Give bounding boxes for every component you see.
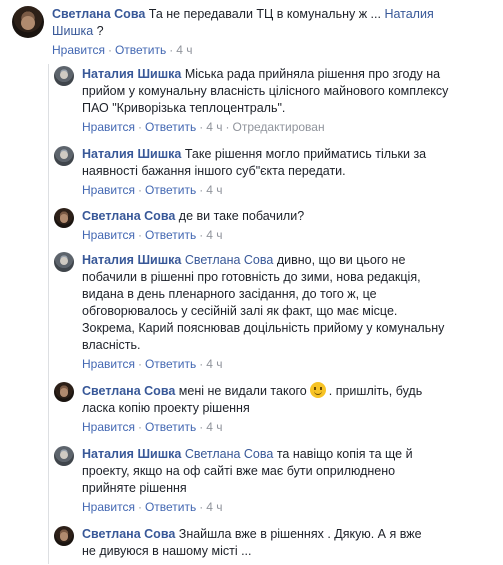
comment: Наталия Шишка Светлана Сова дивно, що ви… xyxy=(54,252,503,372)
comment: Светлана Сова Та не передавали ТЦ в кому… xyxy=(12,6,492,58)
comment: Наталия Шишка Міська рада прийняла рішен… xyxy=(54,66,503,135)
comment-text: Светлана Сова мені не видали такого . при… xyxy=(82,382,503,417)
avatar[interactable] xyxy=(54,146,74,166)
comment-text: Наталия Шишка Таке рішення могло приймат… xyxy=(82,146,503,180)
mention-link[interactable]: Шишка xyxy=(52,24,93,38)
comment-body: де ви таке побачили? xyxy=(178,209,305,223)
like-button[interactable]: Нравится xyxy=(82,228,135,242)
comment-actions: Нравится · Ответить · 4 ч xyxy=(82,228,223,242)
comment-body: мені не видали такого xyxy=(178,384,307,398)
comment-body: ПАО "Криворізька теплоцентраль". xyxy=(82,101,286,115)
comment-actions: Нравится · Ответить · 4 ч xyxy=(82,357,223,371)
comment-body: . пришліть, будь xyxy=(328,384,423,398)
comment-body: Таке рішення могло прийматись тільки за xyxy=(184,147,427,161)
comment-text: Светлана Сова Та не передавали ТЦ в кому… xyxy=(52,6,492,40)
comment-author[interactable]: Светлана Сова xyxy=(82,384,175,398)
comment-body: власність. xyxy=(82,338,141,352)
comment-text: Наталия Шишка Светлана Сова дивно, що ви… xyxy=(82,252,503,354)
comment-actions: Нравится · Ответить · 4 ч xyxy=(82,500,223,514)
comment-author[interactable]: Светлана Сова xyxy=(82,209,175,223)
thread-line xyxy=(48,64,49,564)
like-button[interactable]: Нравится xyxy=(82,500,135,514)
comment-body: проекту, якщо на оф сайті вже має бути о… xyxy=(82,464,396,478)
avatar[interactable] xyxy=(54,208,74,228)
avatar[interactable] xyxy=(54,382,74,402)
comment-author[interactable]: Светлана Сова xyxy=(52,7,145,21)
timestamp[interactable]: 4 ч xyxy=(176,43,192,57)
comment-body: не дивуюся в нашому місті ... xyxy=(82,544,252,558)
timestamp[interactable]: 4 ч xyxy=(206,120,222,134)
comment-body: Зокрема, Карий пояснював доцільність при… xyxy=(82,321,445,335)
comment: Светлана Сова мені не видали такого . при… xyxy=(54,382,503,435)
comment-body: видана в день пленарного засідання, до т… xyxy=(82,287,377,301)
comment-body: обговорювалось у сесійній залі як факт, … xyxy=(82,304,398,318)
comment-text: Наталия Шишка Светлана Сова та навіщо ко… xyxy=(82,446,503,497)
reply-button[interactable]: Ответить xyxy=(145,228,196,242)
comment-author[interactable]: Наталия Шишка xyxy=(82,147,181,161)
comment-body: ? xyxy=(93,24,104,38)
comment: Светлана Сова де ви таке побачили? Нрави… xyxy=(54,208,503,243)
comment-text: Светлана Сова Знайшла вже в рішеннях . Д… xyxy=(82,526,503,560)
mention-link[interactable]: Светлана Сова xyxy=(185,447,274,461)
comment-body: ласка копію проекту рішення xyxy=(82,401,250,415)
like-button[interactable]: Нравится xyxy=(82,357,135,371)
mention-link[interactable]: Светлана Сова xyxy=(185,253,274,267)
comment-author[interactable]: Наталия Шишка xyxy=(82,253,181,267)
reply-button[interactable]: Ответить xyxy=(145,183,196,197)
like-button[interactable]: Нравится xyxy=(52,43,105,57)
avatar[interactable] xyxy=(54,252,74,272)
timestamp[interactable]: 4 ч xyxy=(206,500,222,514)
comment-body: прийняте рішення xyxy=(82,481,187,495)
mention-link[interactable]: Наталия xyxy=(384,7,433,21)
comment-author[interactable]: Наталия Шишка xyxy=(82,447,181,461)
comment: Светлана Сова Знайшла вже в рішеннях . Д… xyxy=(54,526,503,560)
like-button[interactable]: Нравится xyxy=(82,420,135,434)
comment-text: Наталия Шишка Міська рада прийняла рішен… xyxy=(82,66,503,117)
avatar[interactable] xyxy=(54,526,74,546)
comment-body: Знайшла вже в рішеннях . Дякую. А я вже xyxy=(178,527,422,541)
comment-body: Та не передавали ТЦ в комунальну ж ... xyxy=(148,7,385,21)
reply-button[interactable]: Ответить xyxy=(145,357,196,371)
timestamp[interactable]: 4 ч xyxy=(206,228,222,242)
comment-body: Міська рада прийняла рішення про згоду н… xyxy=(184,67,441,81)
smile-emoji-icon xyxy=(309,382,326,398)
comment-actions: Нравится · Ответить · 4 ч xyxy=(82,420,223,434)
comment-actions: Нравится · Ответить · 4 ч · Отредактирован xyxy=(82,120,325,134)
reply-button[interactable]: Ответить xyxy=(145,500,196,514)
comment-author[interactable]: Наталия Шишка xyxy=(82,67,181,81)
like-button[interactable]: Нравится xyxy=(82,120,135,134)
comment-author[interactable]: Светлана Сова xyxy=(82,527,175,541)
edited-label[interactable]: Отредактирован xyxy=(233,120,325,134)
reply-button[interactable]: Ответить xyxy=(115,43,166,57)
comment: Наталия Шишка Светлана Сова та навіщо ко… xyxy=(54,446,503,515)
avatar[interactable] xyxy=(54,446,74,466)
comment-actions: Нравится · Ответить · 4 ч xyxy=(52,43,193,57)
comment: Наталия Шишка Таке рішення могло приймат… xyxy=(54,146,503,198)
timestamp[interactable]: 4 ч xyxy=(206,420,222,434)
reply-button[interactable]: Ответить xyxy=(145,420,196,434)
comment-body: прийом у комунальну власність цілісного … xyxy=(82,84,449,98)
avatar[interactable] xyxy=(54,66,74,86)
timestamp[interactable]: 4 ч xyxy=(206,357,222,371)
comment-body: та навіщо копія та ще й xyxy=(276,447,413,461)
comment-actions: Нравится · Ответить · 4 ч xyxy=(82,183,223,197)
comment-text: Светлана Сова де ви таке побачили? xyxy=(82,208,503,225)
avatar[interactable] xyxy=(12,6,44,38)
timestamp[interactable]: 4 ч xyxy=(206,183,222,197)
comment-body: дивно, що ви цього не xyxy=(276,253,406,267)
comment-body: наявності бажання іншого суб"єкта переда… xyxy=(82,164,346,178)
reply-button[interactable]: Ответить xyxy=(145,120,196,134)
comment-body: побачили в рішенні про готовність до зим… xyxy=(82,270,421,284)
like-button[interactable]: Нравится xyxy=(82,183,135,197)
